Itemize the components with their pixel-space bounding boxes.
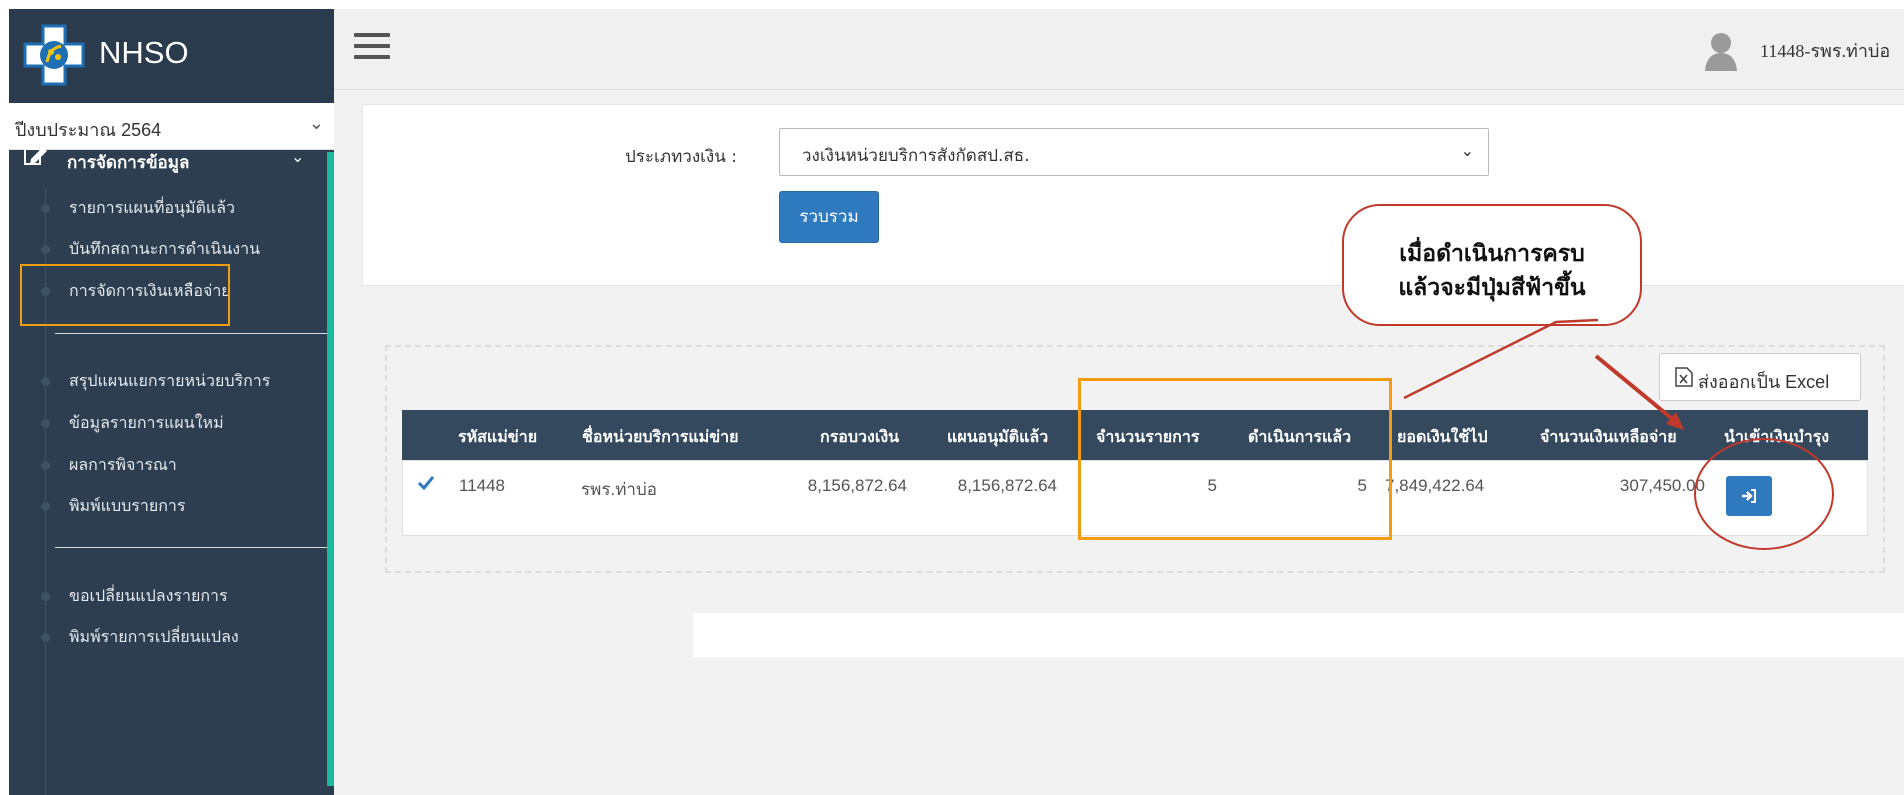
sidebar-item-review-results[interactable]: ผลการพิจารณา bbox=[9, 441, 327, 485]
sidebar-item-approved-plans[interactable]: รายการแผนที่อนุมัติแล้ว bbox=[9, 184, 327, 228]
annotation-callout: เมื่อดำเนินการครบ แล้วจะมีปุ่มสีฟ้าขึ้น bbox=[1342, 204, 1642, 326]
sidebar-item-label: ขอเปลี่ยนแปลงรายการ bbox=[69, 586, 228, 605]
top-bar: 11448-รพร.ท่าบ่อ bbox=[334, 9, 1904, 90]
collect-button[interactable]: รวบรวม bbox=[779, 191, 879, 243]
column-header: ชื่อหน่วยบริการแม่ข่าย bbox=[582, 427, 739, 446]
filter-panel: ประเภทวงเงิน : วงเงินหน่วยบริการสังกัดสป… bbox=[362, 104, 1904, 286]
sidebar-item-label: บันทึกสถานะการดำเนินงาน bbox=[69, 239, 261, 258]
excel-file-icon bbox=[1675, 367, 1693, 387]
sidebar: NHSO ปีงบประมาณ 2564 ⌄ การจัดการข้อมูล ⌄… bbox=[9, 9, 334, 795]
sidebar-accent-bar bbox=[327, 152, 334, 786]
export-excel-button[interactable]: ส่งออกเป็น Excel bbox=[1659, 353, 1861, 401]
hamburger-menu-icon[interactable] bbox=[354, 33, 390, 63]
sidebar-item-change-request[interactable]: ขอเปลี่ยนแปลงรายการ bbox=[9, 572, 327, 616]
export-excel-label: ส่งออกเป็น Excel bbox=[1698, 372, 1830, 392]
sidebar-item-label: ผลการพิจารณา bbox=[69, 455, 177, 474]
sidebar-item-print-form[interactable]: พิมพ์แบบรายการ bbox=[9, 482, 327, 526]
cell-spent: 7,849,422.64 bbox=[1385, 476, 1485, 495]
cell-budget: 8,156,872.64 bbox=[807, 476, 907, 495]
budget-type-label: ประเภทวงเงิน : bbox=[625, 147, 737, 167]
menu-data-management-label: การจัดการข้อมูล bbox=[67, 153, 190, 173]
menu-data-management[interactable]: การจัดการข้อมูล ⌄ bbox=[9, 127, 327, 189]
bullet-dot bbox=[41, 419, 50, 428]
bullet-dot bbox=[41, 245, 50, 254]
bullet-dot bbox=[41, 592, 50, 601]
sidebar-divider bbox=[55, 333, 327, 334]
edit-icon bbox=[24, 147, 47, 165]
cell-remaining: 307,450.00 bbox=[1619, 476, 1705, 495]
sidebar-item-label: สรุปแผนแยกรายหน่วยบริการ bbox=[69, 371, 271, 390]
content-strip bbox=[692, 612, 1904, 658]
highlight-box-menu bbox=[20, 264, 230, 326]
bullet-dot bbox=[41, 204, 50, 213]
cell-code: 11448 bbox=[459, 476, 506, 495]
brand-header: NHSO bbox=[9, 9, 334, 103]
column-header: ยอดเงินใช้ไป bbox=[1397, 427, 1488, 446]
chevron-down-icon: ⌄ bbox=[1460, 141, 1474, 160]
sidebar-item-record-status[interactable]: บันทึกสถานะการดำเนินงาน bbox=[9, 225, 327, 269]
brand-name: NHSO bbox=[99, 35, 189, 70]
column-header: จำนวนเงินเหลือจ่าย bbox=[1540, 427, 1677, 446]
column-header: รหัสแม่ข่าย bbox=[458, 427, 538, 446]
chevron-down-icon: ⌄ bbox=[291, 147, 305, 166]
sidebar-item-label: รายการแผนที่อนุมัติแล้ว bbox=[69, 198, 235, 217]
column-header: แผนอนุมัติแล้ว bbox=[947, 427, 1049, 446]
callout-line-1: เมื่อดำเนินการครบ bbox=[1399, 241, 1585, 267]
sidebar-item-new-plans[interactable]: ข้อมูลรายการแผนใหม่ bbox=[9, 399, 327, 443]
cell-name: รพร.ท่าบ่อ bbox=[581, 480, 657, 499]
sidebar-item-plan-summary[interactable]: สรุปแผนแยกรายหน่วยบริการ bbox=[9, 357, 327, 401]
sidebar-item-label: พิมพ์รายการเปลี่ยนแปลง bbox=[69, 627, 239, 646]
callout-line-2: แล้วจะมีปุ่มสีฟ้าขึ้น bbox=[1398, 275, 1586, 301]
budget-type-value: วงเงินหน่วยบริการสังกัดสป.สธ. bbox=[802, 146, 1030, 166]
bullet-dot bbox=[41, 502, 50, 511]
highlight-box-columns bbox=[1078, 378, 1392, 540]
bullet-dot bbox=[41, 633, 50, 642]
nhso-logo-icon bbox=[23, 24, 85, 86]
cell-approved: 8,156,872.64 bbox=[957, 476, 1057, 495]
user-avatar-icon[interactable] bbox=[1704, 31, 1738, 71]
column-header: กรอบวงเงิน bbox=[820, 427, 900, 446]
user-name[interactable]: 11448-รพร.ท่าบ่อ bbox=[1760, 36, 1890, 65]
sidebar-item-label: ข้อมูลรายการแผนใหม่ bbox=[69, 413, 224, 432]
check-icon bbox=[417, 476, 435, 491]
bullet-dot bbox=[41, 461, 50, 470]
bullet-dot bbox=[41, 377, 50, 386]
annotation-circle bbox=[1694, 438, 1834, 550]
sidebar-item-print-changes[interactable]: พิมพ์รายการเปลี่ยนแปลง bbox=[9, 613, 327, 657]
budget-type-select[interactable]: วงเงินหน่วยบริการสังกัดสป.สธ. ⌄ bbox=[779, 128, 1489, 176]
sidebar-item-label: พิมพ์แบบรายการ bbox=[69, 496, 186, 515]
sidebar-divider bbox=[55, 547, 327, 548]
